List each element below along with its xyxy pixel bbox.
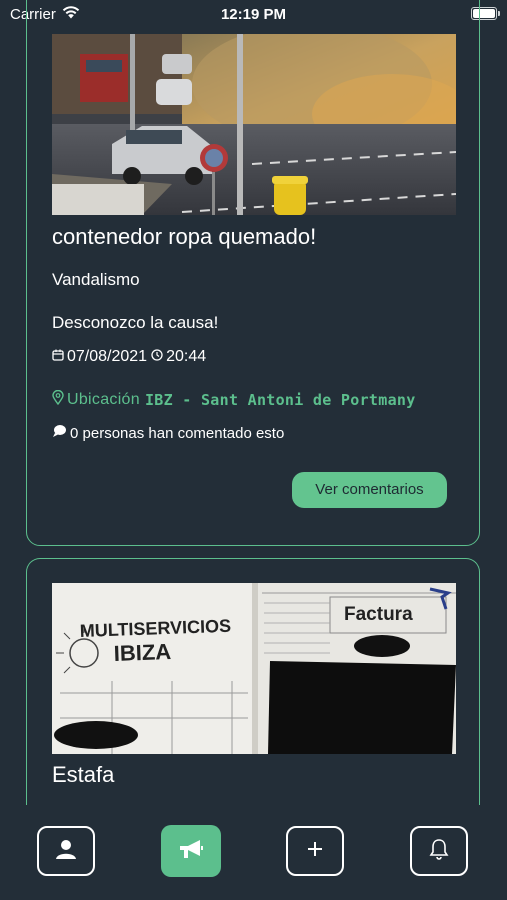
post-category: Vandalismo [52,270,140,289]
clock-icon [151,348,166,366]
comments-text: 0 personas han comentado esto [70,424,285,442]
tab-bar [0,805,507,900]
incident-photo[interactable] [52,34,456,215]
post-description: Desconozco la causa! [52,313,219,332]
user-icon [55,838,77,865]
tab-profile[interactable] [37,826,95,876]
bell-icon [429,838,449,865]
post-time: 20:44 [166,348,207,365]
location-value: IBZ - Sant Antoni de Portmany [144,391,416,409]
tab-notifications[interactable] [410,826,468,876]
tab-reports[interactable] [161,825,221,877]
plus-icon [306,840,324,863]
post-datetime: 07/08/2021 20:44 [52,348,206,366]
location-pin-icon [52,389,64,410]
calendar-icon [52,348,67,366]
view-comments-button[interactable]: Ver comentarios [292,472,447,508]
tab-add[interactable] [286,826,344,876]
comments-count: 0 personas han comentado esto [52,424,284,442]
megaphone-icon [178,838,204,865]
post-date: 07/08/2021 [67,348,148,365]
invoice-title: Factura [344,604,413,625]
post-title: contenedor ropa quemado! [52,224,317,249]
post-location[interactable]: Ubicación IBZ - Sant Antoni de Portmany [52,389,416,410]
location-label: Ubicación [67,391,140,408]
incident-photo[interactable]: MULTISERVICIOS IBIZA Factura [52,583,456,754]
post-title: Estafa [52,762,115,787]
company-name-line2: IBIZA [113,639,171,666]
chat-bubble-icon [52,424,70,442]
